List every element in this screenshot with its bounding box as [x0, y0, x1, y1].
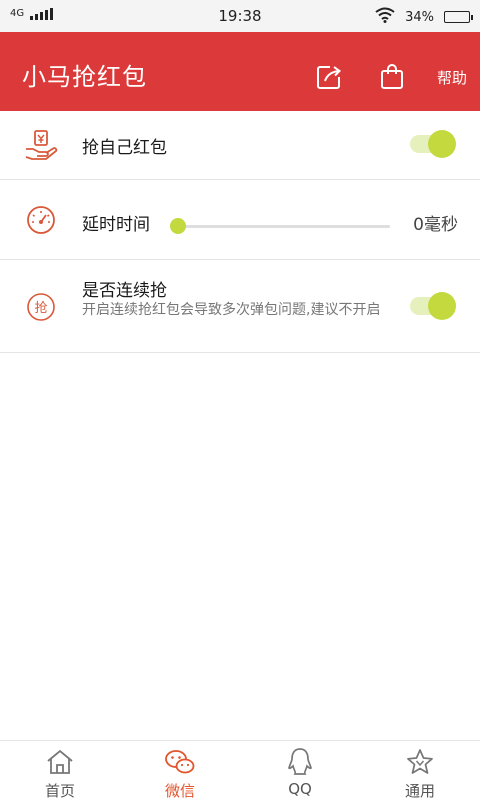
delay-label: 延时时间	[82, 215, 150, 235]
share-button[interactable]	[314, 62, 344, 92]
grab-circle-icon: 抢	[24, 290, 58, 324]
grab-circle-text: 抢	[34, 300, 47, 316]
continuous-toggle[interactable]	[410, 292, 456, 320]
star-icon	[404, 747, 436, 777]
nav-label-qq: QQ	[288, 780, 312, 798]
qq-penguin-icon	[284, 747, 316, 777]
battery-icon	[444, 11, 473, 23]
continuous-label: 是否连续抢	[82, 281, 167, 301]
grab-own-toggle[interactable]	[410, 130, 456, 158]
nav-item-home[interactable]: 首页	[0, 741, 120, 800]
bottom-navigation: 首页 微信 QQ 通用	[0, 740, 480, 800]
nav-label-home: 首页	[44, 782, 75, 800]
wifi-icon	[375, 7, 395, 27]
delay-slider[interactable]	[170, 218, 390, 234]
app-title: 小马抢红包	[22, 63, 147, 91]
toggle-knob	[428, 130, 456, 158]
setting-grab-own-row: 抢自己红包	[0, 111, 480, 180]
bag-button[interactable]	[377, 62, 407, 92]
status-right-group: 34%	[375, 7, 473, 27]
home-icon	[44, 747, 76, 777]
battery-percent: 34%	[405, 9, 434, 25]
slider-rail	[170, 225, 390, 228]
status-bar: 4G 19:38 34%	[0, 0, 480, 32]
help-button[interactable]: 帮助	[432, 62, 472, 92]
hand-red-envelope-icon	[24, 128, 58, 162]
toggle-knob	[428, 292, 456, 320]
nav-item-wechat[interactable]: 微信	[120, 741, 240, 800]
nav-label-wechat: 微信	[164, 782, 195, 800]
bag-icon	[381, 64, 403, 89]
wechat-icon	[164, 747, 196, 777]
nav-label-general: 通用	[404, 782, 435, 800]
speedometer-icon	[24, 203, 58, 237]
continuous-description: 开启连续抢红包会导致多次弹包问题,建议不开启	[82, 302, 381, 318]
share-icon	[317, 66, 342, 89]
slider-thumb[interactable]	[170, 218, 186, 234]
app-bar: 小马抢红包 帮助	[0, 32, 480, 111]
delay-value: 0毫秒	[413, 215, 458, 235]
nav-item-general[interactable]: 通用	[360, 741, 480, 800]
grab-own-label: 抢自己红包	[82, 138, 167, 158]
setting-continuous-row: 抢 是否连续抢 开启连续抢红包会导致多次弹包问题,建议不开启	[0, 260, 480, 353]
setting-delay-row: 延时时间 0毫秒	[0, 180, 480, 260]
nav-item-qq[interactable]: QQ	[240, 741, 360, 800]
